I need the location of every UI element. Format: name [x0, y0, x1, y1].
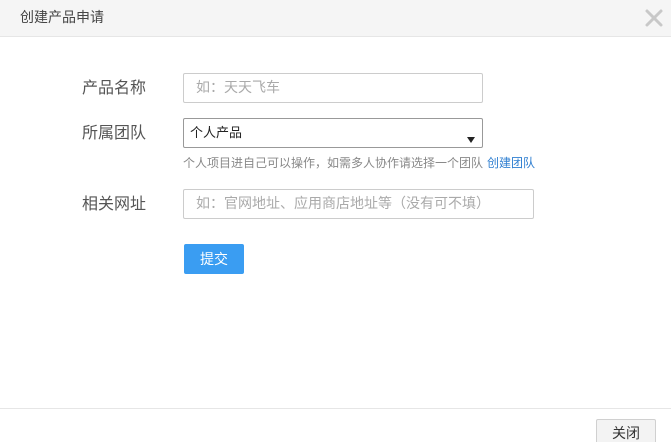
- team-select-value: 个人产品: [190, 126, 243, 141]
- submit-button[interactable]: 提交: [184, 244, 244, 274]
- product-name-label: 产品名称: [82, 78, 147, 97]
- dialog-header: 创建产品申请: [0, 0, 671, 37]
- close-icon[interactable]: [641, 5, 667, 31]
- team-select[interactable]: 个人产品: [183, 118, 483, 148]
- dropdown-arrow-icon: [467, 129, 475, 143]
- team-hint: 个人项目进自己可以操作，如需多人协作请选择一个团队 创建团队: [183, 155, 535, 171]
- dialog-footer: 关闭: [0, 408, 671, 442]
- url-input[interactable]: [183, 189, 534, 219]
- url-label: 相关网址: [82, 194, 147, 213]
- team-hint-text: 个人项目进自己可以操作，如需多人协作请选择一个团队: [183, 156, 484, 170]
- team-label: 所属团队: [82, 123, 147, 142]
- create-team-link[interactable]: 创建团队: [487, 156, 535, 170]
- product-name-input[interactable]: [183, 73, 483, 103]
- close-button[interactable]: 关闭: [596, 419, 656, 442]
- dialog-title: 创建产品申请: [20, 10, 104, 26]
- create-product-dialog: 创建产品申请 产品名称 所属团队 个人产品 个人项目进自己可以操作，如需多人协作…: [0, 0, 671, 442]
